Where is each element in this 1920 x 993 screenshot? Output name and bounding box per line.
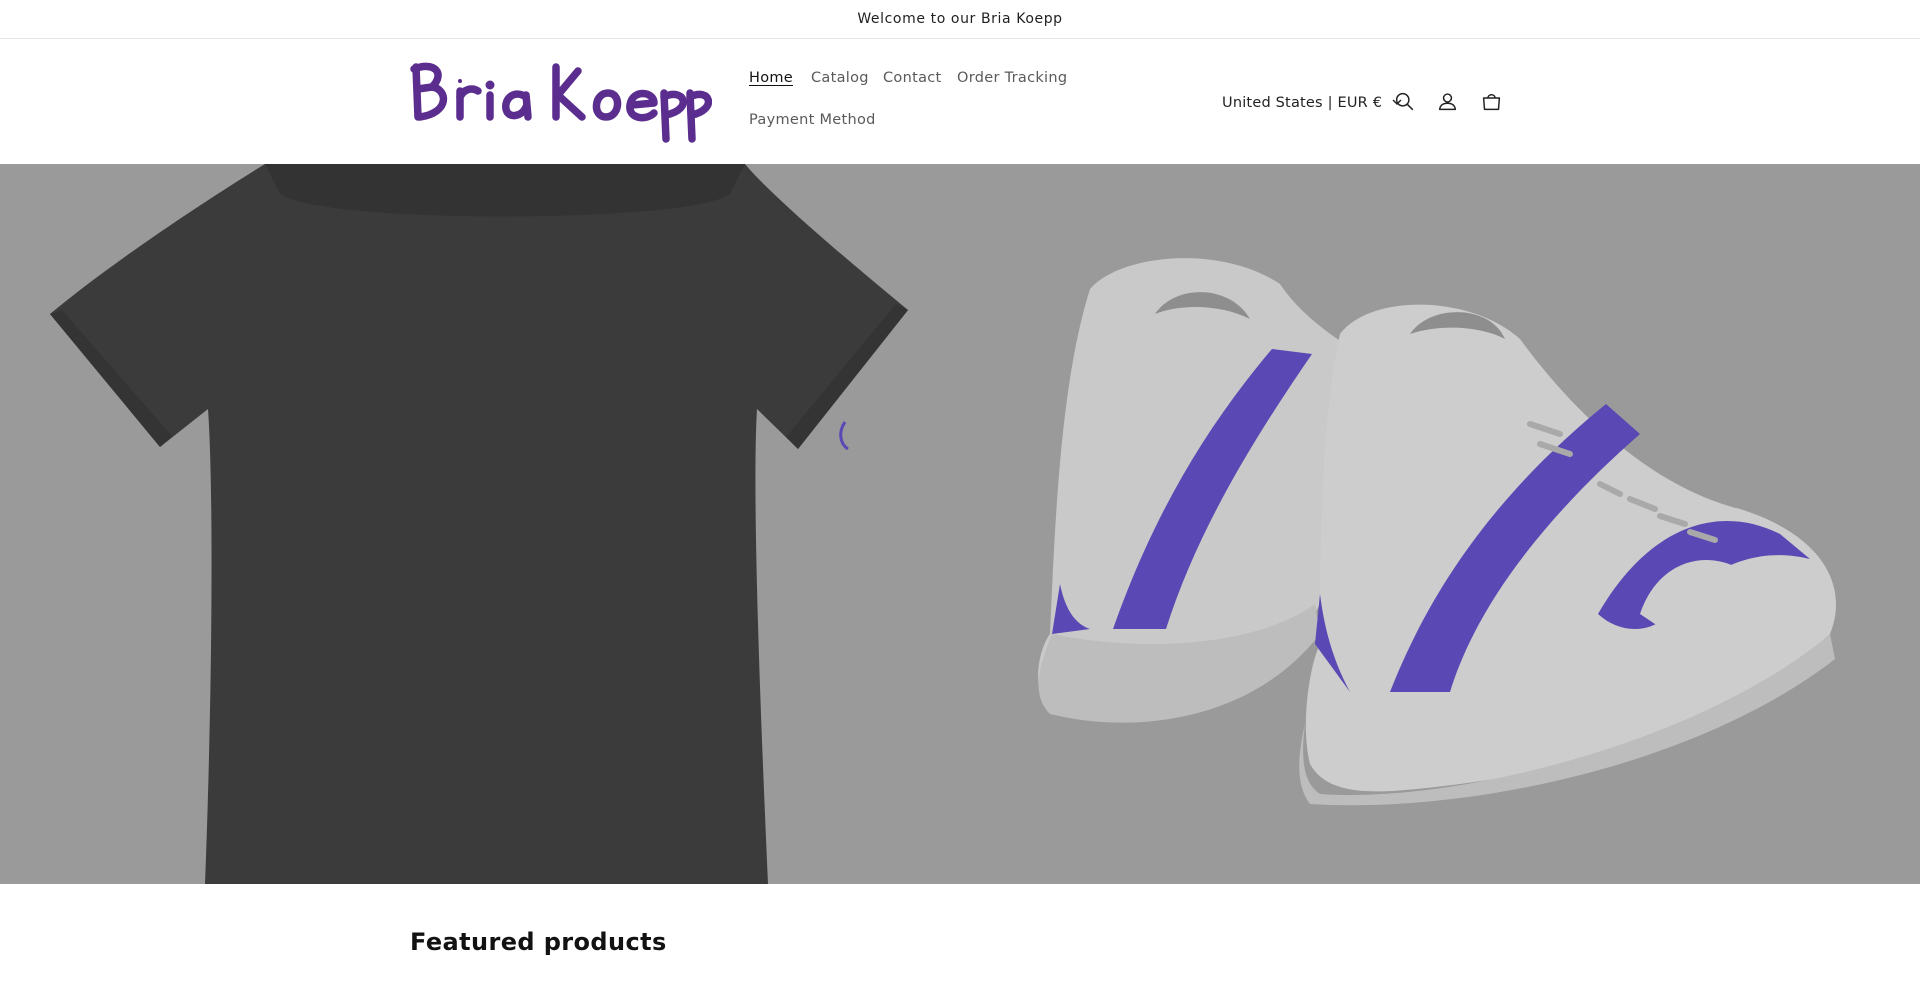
cart-icon[interactable] — [1475, 85, 1507, 117]
account-icon[interactable] — [1431, 85, 1463, 117]
announcement-text: Welcome to our Bria Koepp — [857, 11, 1063, 27]
nav-item-order-tracking[interactable]: Order Tracking — [957, 70, 1067, 86]
search-icon[interactable] — [1388, 85, 1420, 117]
nav-item-payment-method[interactable]: Payment Method — [749, 112, 876, 128]
featured-products-heading: Featured products — [410, 928, 667, 956]
hero-banner[interactable] — [0, 164, 1920, 884]
country-currency-label: United States | EUR € — [1222, 95, 1383, 111]
brand-logo-wordmark — [410, 62, 712, 143]
hero-image — [0, 164, 1920, 884]
nav-item-home[interactable]: Home — [749, 70, 793, 86]
nav-item-catalog[interactable]: Catalog — [811, 70, 869, 86]
announcement-bar: Welcome to our Bria Koepp — [0, 0, 1920, 39]
country-currency-selector[interactable]: United States | EUR € — [1222, 91, 1402, 115]
brand-logo[interactable] — [408, 55, 712, 145]
site-header: Home Catalog Contact Order Tracking Paym… — [0, 39, 1920, 164]
nav-item-contact[interactable]: Contact — [883, 70, 942, 86]
